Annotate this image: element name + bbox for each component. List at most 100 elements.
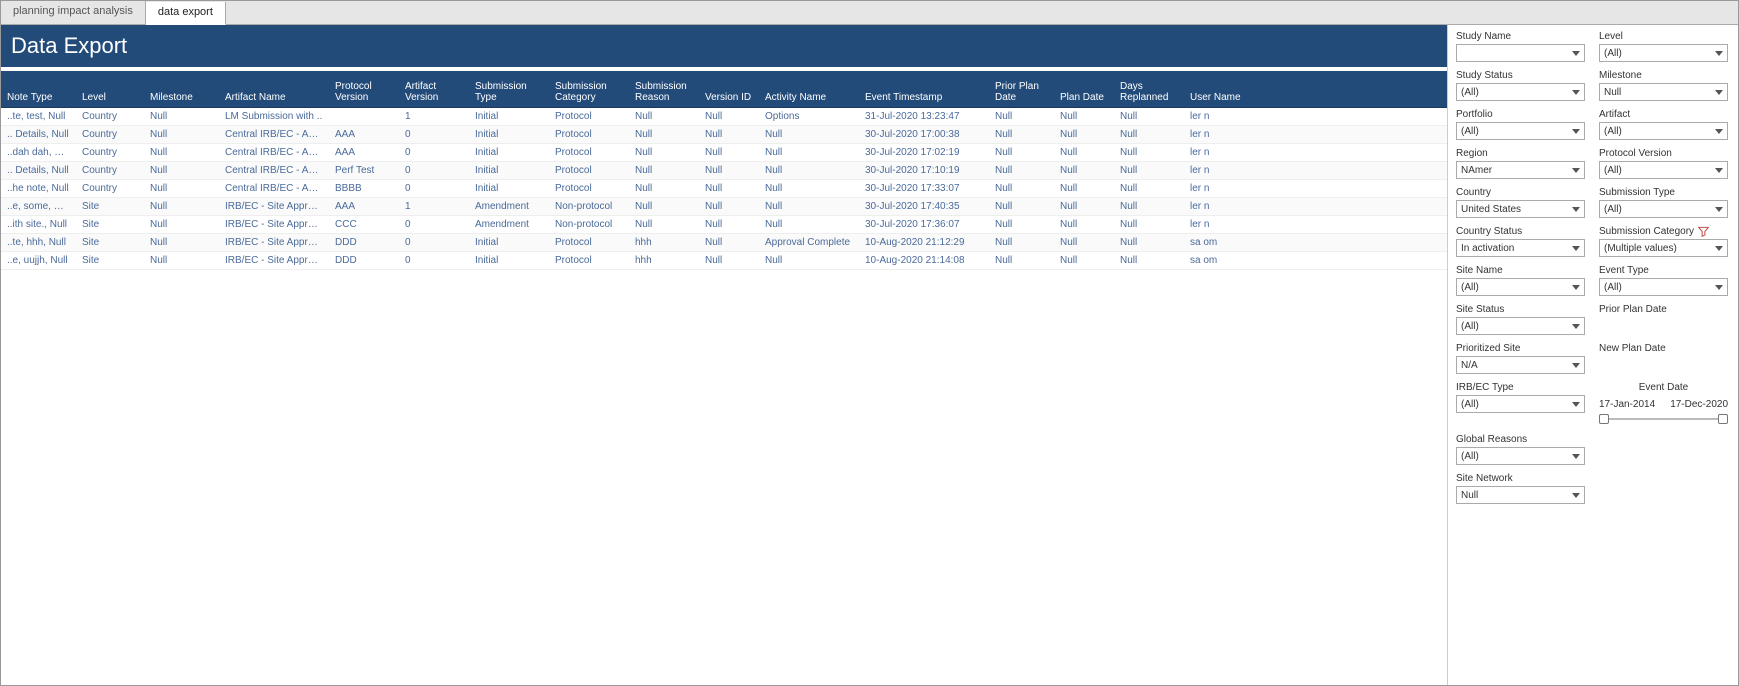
cell-note: ..te, hhh, Null	[1, 233, 76, 251]
filter-study-status[interactable]: (All)	[1456, 83, 1585, 101]
event-date-slider[interactable]	[1599, 412, 1728, 426]
col-plan-date[interactable]: Plan Date	[1054, 71, 1114, 107]
cell-act: Null	[759, 251, 859, 269]
table-row[interactable]: ..te, test, NullCountryNullLM Submission…	[1, 107, 1447, 125]
cell-sreas: Null	[629, 125, 699, 143]
cell-vid: Null	[699, 107, 759, 125]
filter-event-type[interactable]: (All)	[1599, 278, 1728, 296]
col-event-timestamp[interactable]: Event Timestamp	[859, 71, 989, 107]
filter-applied-icon[interactable]	[1698, 226, 1709, 237]
cell-level: Country	[76, 179, 144, 197]
col-submission-category[interactable]: Submission Category	[549, 71, 629, 107]
tab-data-export[interactable]: data export	[146, 2, 226, 25]
col-version-id[interactable]: Version ID	[699, 71, 759, 107]
col-artifact-name[interactable]: Artifact Name	[219, 71, 329, 107]
cell-ppd: Null	[989, 197, 1054, 215]
col-submission-type[interactable]: Submission Type	[469, 71, 549, 107]
filter-site-status[interactable]: (All)	[1456, 317, 1585, 335]
filter-study-name[interactable]	[1456, 44, 1585, 62]
cell-vid: Null	[699, 125, 759, 143]
cell-mile: Null	[144, 215, 219, 233]
filter-site-network[interactable]: Null	[1456, 486, 1585, 504]
cell-aver: 0	[399, 233, 469, 251]
cell-vid: Null	[699, 161, 759, 179]
cell-act: Null	[759, 125, 859, 143]
cell-scat: Protocol	[549, 125, 629, 143]
tab-planning-impact-analysis[interactable]: planning impact analysis	[1, 1, 146, 24]
table-row[interactable]: ..e, some, NullSiteNullIRB/EC - Site App…	[1, 197, 1447, 215]
table-row[interactable]: .. Details, NullCountryNullCentral IRB/E…	[1, 161, 1447, 179]
col-milestone[interactable]: Milestone	[144, 71, 219, 107]
cell-pver: CCC	[329, 215, 399, 233]
cell-stype: Initial	[469, 179, 549, 197]
col-activity-name[interactable]: Activity Name	[759, 71, 859, 107]
filter-site-name[interactable]: (All)	[1456, 278, 1585, 296]
col-level[interactable]: Level	[76, 71, 144, 107]
filter-submission-category[interactable]: (Multiple values)	[1599, 239, 1728, 257]
filter-label-submission-type: Submission Type	[1599, 187, 1728, 198]
cell-level: Country	[76, 107, 144, 125]
table-row[interactable]: ..ith site., NullSiteNullIRB/EC - Site A…	[1, 215, 1447, 233]
cell-pver: DDD	[329, 251, 399, 269]
cell-stype: Initial	[469, 107, 549, 125]
cell-vid: Null	[699, 197, 759, 215]
table-row[interactable]: ..te, hhh, NullSiteNullIRB/EC - Site App…	[1, 233, 1447, 251]
filter-submission-type[interactable]: (All)	[1599, 200, 1728, 218]
col-days-replanned[interactable]: Days Replanned	[1114, 71, 1184, 107]
filter-label-country-status: Country Status	[1456, 226, 1585, 237]
cell-mile: Null	[144, 197, 219, 215]
col-note-type[interactable]: Note Type	[1, 71, 76, 107]
filter-irb-ec-type[interactable]: (All)	[1456, 395, 1585, 413]
cell-pver: AAA	[329, 143, 399, 161]
cell-ts: 30-Jul-2020 17:00:38	[859, 125, 989, 143]
table-row[interactable]: .. Details, NullCountryNullCentral IRB/E…	[1, 125, 1447, 143]
cell-pd: Null	[1054, 143, 1114, 161]
cell-sreas: Null	[629, 161, 699, 179]
filter-country[interactable]: United States	[1456, 200, 1585, 218]
cell-ppd: Null	[989, 233, 1054, 251]
cell-pd: Null	[1054, 233, 1114, 251]
table-row[interactable]: ..dah dah, NullCountryNullCentral IRB/EC…	[1, 143, 1447, 161]
cell-sreas: hhh	[629, 251, 699, 269]
filter-label-site-network: Site Network	[1456, 473, 1585, 484]
cell-sreas: Null	[629, 179, 699, 197]
col-user-name[interactable]: User Name	[1184, 71, 1447, 107]
cell-art: Central IRB/EC - App..	[219, 179, 329, 197]
filter-global-reasons[interactable]: (All)	[1456, 447, 1585, 465]
cell-drp: Null	[1114, 161, 1184, 179]
cell-ts: 30-Jul-2020 17:10:19	[859, 161, 989, 179]
cell-sreas: Null	[629, 215, 699, 233]
event-date-to: 17-Dec-2020	[1670, 399, 1728, 410]
cell-ppd: Null	[989, 251, 1054, 269]
col-submission-reason[interactable]: Submission Reason	[629, 71, 699, 107]
slider-handle-right[interactable]	[1718, 414, 1728, 424]
filter-level[interactable]: (All)	[1599, 44, 1728, 62]
cell-drp: Null	[1114, 197, 1184, 215]
cell-user: ler n	[1184, 161, 1447, 179]
cell-act: Null	[759, 143, 859, 161]
cell-scat: Protocol	[549, 143, 629, 161]
cell-art: Central IRB/EC - App..	[219, 161, 329, 179]
col-artifact-version[interactable]: Artifact Version	[399, 71, 469, 107]
cell-ts: 30-Jul-2020 17:36:07	[859, 215, 989, 233]
filter-label-new-plan-date: New Plan Date	[1599, 343, 1728, 354]
col-protocol-version[interactable]: Protocol Version	[329, 71, 399, 107]
cell-drp: Null	[1114, 233, 1184, 251]
filter-portfolio[interactable]: (All)	[1456, 122, 1585, 140]
slider-handle-left[interactable]	[1599, 414, 1609, 424]
cell-sreas: hhh	[629, 233, 699, 251]
table-row[interactable]: ..he note, NullCountryNullCentral IRB/EC…	[1, 179, 1447, 197]
cell-level: Country	[76, 125, 144, 143]
cell-vid: Null	[699, 233, 759, 251]
filter-region[interactable]: NAmer	[1456, 161, 1585, 179]
filter-protocol-version[interactable]: (All)	[1599, 161, 1728, 179]
filter-artifact[interactable]: (All)	[1599, 122, 1728, 140]
filter-prioritized-site[interactable]: N/A	[1456, 356, 1585, 374]
table-row[interactable]: ..e, uujjh, NullSiteNullIRB/EC - Site Ap…	[1, 251, 1447, 269]
filter-country-status[interactable]: In activation	[1456, 239, 1585, 257]
cell-user: ler n	[1184, 215, 1447, 233]
cell-mile: Null	[144, 143, 219, 161]
filter-milestone[interactable]: Null	[1599, 83, 1728, 101]
col-prior-plan-date[interactable]: Prior Plan Date	[989, 71, 1054, 107]
cell-pd: Null	[1054, 107, 1114, 125]
